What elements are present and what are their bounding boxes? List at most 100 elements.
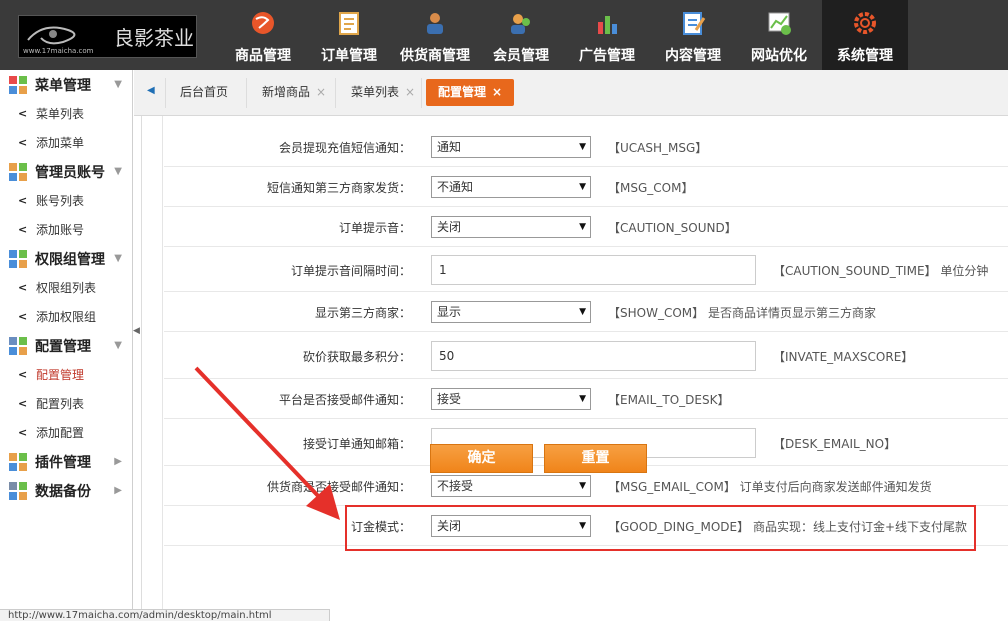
- nav-item-0[interactable]: 商品管理: [220, 0, 306, 70]
- chevron-left-icon: <: [18, 426, 28, 439]
- tab-scroll-left-icon[interactable]: ◀: [147, 85, 155, 96]
- nav-item-4[interactable]: 广告管理: [564, 0, 650, 70]
- config-key-hint: 【MSG_COM】: [608, 179, 697, 196]
- tab-divider: [165, 78, 166, 108]
- config-key: 【MSG_COM】: [608, 181, 694, 195]
- nav-item-1[interactable]: 订单管理: [306, 0, 392, 70]
- menu-grid-icon: [9, 75, 27, 94]
- nav-label: 订单管理: [321, 48, 377, 64]
- config-key: 【CAUTION_SOUND_TIME】: [773, 264, 937, 278]
- config-key-hint: 【DESK_EMAIL_NO】: [773, 435, 900, 452]
- reset-button[interactable]: 重置: [544, 444, 647, 473]
- supplier-icon: [427, 13, 443, 34]
- nav-label: 系统管理: [837, 48, 893, 64]
- sidebar-item-label: 添加账号: [36, 223, 85, 237]
- sidebar-group-3[interactable]: 配置管理 ▼: [0, 331, 132, 360]
- close-icon[interactable]: ×: [492, 85, 502, 99]
- tab-divider: [246, 78, 247, 108]
- dropdown-arrow-icon: ▼: [579, 307, 586, 317]
- select-value: 关闭: [437, 220, 462, 234]
- config-key: 【CAUTION_SOUND】: [608, 221, 737, 235]
- nav-item-7[interactable]: 系统管理: [822, 0, 908, 70]
- tab-label: 新增商品: [262, 85, 311, 99]
- sidebar-item-label: 菜单列表: [36, 107, 85, 121]
- config-key: 【EMAIL_TO_DESK】: [608, 393, 730, 407]
- chevron-left-icon: <: [18, 281, 28, 294]
- form-select[interactable]: 显示 ▼: [431, 301, 591, 323]
- config-note: 单位分钟: [940, 264, 989, 278]
- select-value: 显示: [437, 305, 462, 319]
- tab-new-product[interactable]: 新增商品 ×: [262, 79, 326, 106]
- sidebar-item[interactable]: < 权限组列表: [0, 273, 132, 302]
- main-nav: 商品管理 订单管理 供货商管理 会员管理 广告管理 内容管理 网站优化 系统管理: [220, 0, 908, 70]
- dropdown-arrow-icon: ▼: [579, 182, 586, 192]
- ad-chart-icon: [598, 16, 617, 34]
- sidebar-group-title: 权限组管理: [35, 251, 105, 268]
- form-input[interactable]: 1: [431, 255, 756, 285]
- form-select[interactable]: 通知 ▼: [431, 136, 591, 158]
- sidebar: 菜单管理 ▼ < 菜单列表 < 添加菜单 管理员账号 ▼ < 账号列表 < 添加账号 权限组管理 ▼ < 权限…: [0, 70, 133, 611]
- order-list-icon: [339, 12, 359, 35]
- sidebar-group-4[interactable]: 插件管理 ▶: [0, 447, 132, 476]
- logo-url: www.17maicha.com: [23, 47, 94, 55]
- sidebar-group-0[interactable]: 菜单管理 ▼: [0, 70, 132, 99]
- config-key-hint: 【SHOW_COM】 是否商品详情页显示第三方商家: [608, 304, 876, 321]
- sidebar-group-2[interactable]: 权限组管理 ▼: [0, 244, 132, 273]
- select-value: 接受: [437, 392, 462, 406]
- chevron-left-icon: <: [18, 310, 28, 323]
- nav-label: 广告管理: [579, 48, 635, 64]
- sidebar-item[interactable]: < 添加配置: [0, 418, 132, 447]
- config-note: 订单支付后向商家发送邮件通知发货: [739, 480, 932, 494]
- chevron-down-icon: ▼: [114, 166, 122, 177]
- nav-item-2[interactable]: 供货商管理: [392, 0, 478, 70]
- form-select[interactable]: 关闭 ▼: [431, 216, 591, 238]
- form-label: 短信通知第三方商家发货：: [266, 181, 411, 195]
- select-value: 通知: [437, 140, 462, 154]
- sidebar-item[interactable]: < 添加账号: [0, 215, 132, 244]
- nav-item-6[interactable]: 网站优化: [736, 0, 822, 70]
- tab-config-management[interactable]: 配置管理 ×: [426, 79, 515, 106]
- sidebar-item-label: 账号列表: [36, 194, 85, 208]
- nav-item-3[interactable]: 会员管理: [478, 0, 564, 70]
- config-key: 【UCASH_MSG】: [608, 141, 708, 155]
- chevron-left-icon: <: [18, 368, 28, 381]
- sidebar-item-label: 添加配置: [36, 426, 85, 440]
- form-select[interactable]: 不通知 ▼: [431, 176, 591, 198]
- form-select[interactable]: 不接受 ▼: [431, 475, 591, 497]
- members-icon: [511, 14, 530, 34]
- sidebar-item[interactable]: < 账号列表: [0, 186, 132, 215]
- sidebar-group-5[interactable]: 数据备份 ▶: [0, 476, 132, 505]
- form-select[interactable]: 接受 ▼: [431, 388, 591, 410]
- nav-label: 网站优化: [751, 48, 807, 64]
- form-input[interactable]: 50: [431, 341, 756, 371]
- confirm-button[interactable]: 确定: [430, 444, 533, 473]
- sidebar-item-label: 配置列表: [36, 397, 85, 411]
- dropdown-arrow-icon: ▼: [579, 222, 586, 232]
- select-value: 不通知: [437, 180, 474, 194]
- tab-label: 菜单列表: [351, 85, 400, 99]
- close-icon[interactable]: ×: [316, 85, 326, 99]
- sidebar-item[interactable]: < 添加菜单: [0, 128, 132, 157]
- nav-item-5[interactable]: 内容管理: [650, 0, 736, 70]
- sidebar-group-1[interactable]: 管理员账号 ▼: [0, 157, 132, 186]
- sidebar-collapse-icon[interactable]: ◀: [133, 326, 140, 336]
- sidebar-item[interactable]: < 添加权限组: [0, 302, 132, 331]
- chevron-left-icon: <: [18, 194, 28, 207]
- close-icon[interactable]: ×: [405, 85, 415, 99]
- sidebar-group-title: 管理员账号: [35, 164, 105, 181]
- logo[interactable]: www.17maicha.com 良影茶业: [18, 15, 197, 58]
- sidebar-item[interactable]: < 配置管理: [0, 360, 132, 389]
- chevron-right-icon: ▶: [114, 456, 122, 467]
- sidebar-item-label: 权限组列表: [36, 281, 97, 295]
- sidebar-item[interactable]: < 配置列表: [0, 389, 132, 418]
- sidebar-item-label: 添加权限组: [36, 310, 97, 324]
- config-key-hint: 【MSG_EMAIL_COM】 订单支付后向商家发送邮件通知发货: [608, 478, 932, 495]
- tab-menu-list[interactable]: 菜单列表 ×: [351, 79, 415, 106]
- form-label: 会员提现充值短信通知：: [278, 141, 411, 155]
- chevron-down-icon: ▼: [114, 253, 122, 264]
- nav-label: 内容管理: [665, 48, 721, 64]
- sidebar-item[interactable]: < 菜单列表: [0, 99, 132, 128]
- dropdown-arrow-icon: ▼: [579, 481, 586, 491]
- sidebar-group-title: 数据备份: [35, 483, 91, 500]
- tab-home[interactable]: 后台首页: [180, 79, 228, 106]
